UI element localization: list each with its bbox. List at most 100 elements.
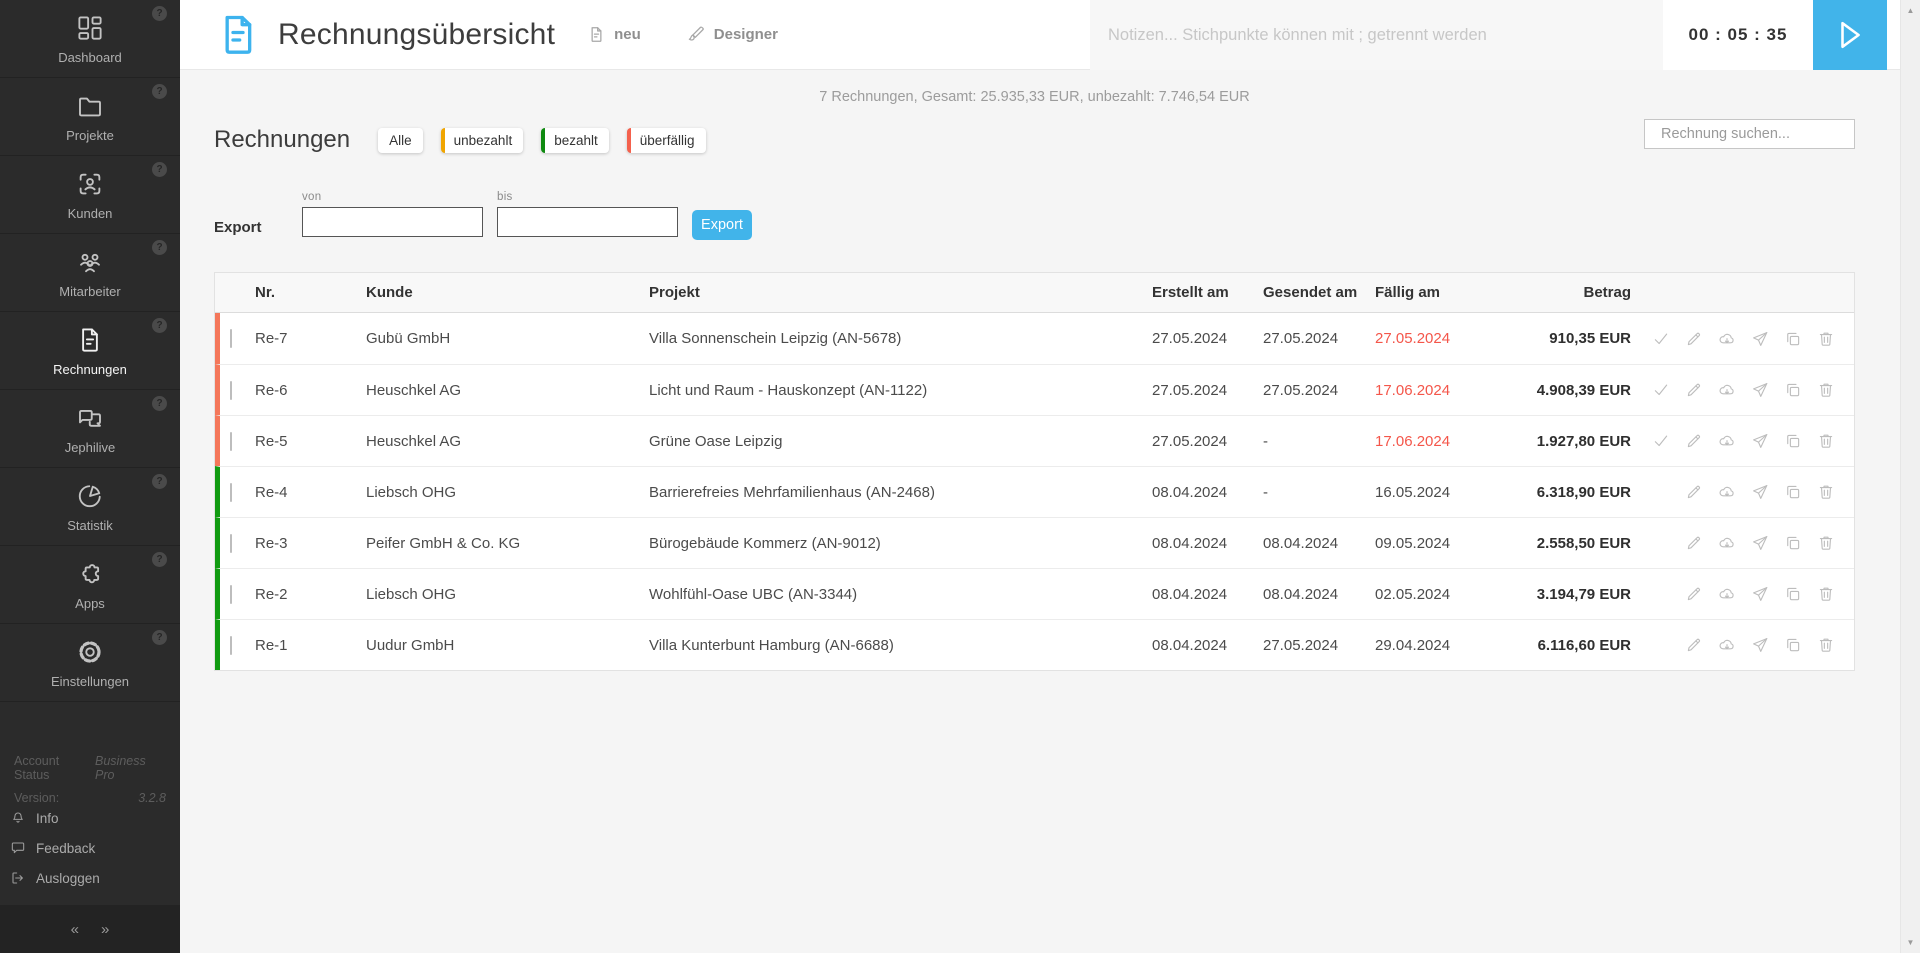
edit-pencil-icon[interactable] bbox=[1684, 329, 1704, 349]
invoice-row[interactable]: Re-2 Liebsch OHG Wohlfühl-Oase UBC (AN-3… bbox=[215, 568, 1854, 619]
invoice-row[interactable]: Re-7 Gubü GmbH Villa Sonnenschein Leipzi… bbox=[215, 313, 1854, 364]
help-badge-icon[interactable]: ? bbox=[152, 318, 167, 333]
row-checkbox[interactable] bbox=[230, 431, 232, 451]
row-checkbox[interactable] bbox=[230, 635, 232, 655]
page-title: Rechnungsübersicht bbox=[278, 17, 556, 51]
mark-paid-check-icon[interactable] bbox=[1651, 380, 1671, 400]
duplicate-copy-icon[interactable] bbox=[1783, 584, 1803, 604]
send-plane-icon[interactable] bbox=[1750, 329, 1770, 349]
edit-pencil-icon[interactable] bbox=[1684, 635, 1704, 655]
send-plane-icon[interactable] bbox=[1750, 533, 1770, 553]
invoice-row[interactable]: Re-5 Heuschkel AG Grüne Oase Leipzig 27.… bbox=[215, 415, 1854, 466]
mark-paid-check-icon[interactable] bbox=[1651, 329, 1671, 349]
export-button[interactable]: Export bbox=[692, 210, 752, 240]
sidebar-item-kunden[interactable]: ? Kunden bbox=[0, 156, 180, 234]
download-cloud-icon[interactable] bbox=[1717, 533, 1737, 553]
export-from-group: von bbox=[302, 191, 483, 237]
help-badge-icon[interactable]: ? bbox=[152, 162, 167, 177]
invoice-created-date: 08.04.2024 bbox=[1152, 534, 1228, 552]
edit-pencil-icon[interactable] bbox=[1684, 482, 1704, 502]
delete-trash-icon[interactable] bbox=[1816, 482, 1836, 502]
export-to-input[interactable] bbox=[497, 207, 678, 237]
invoice-project: Wohlfühl-Oase UBC (AN-3344) bbox=[649, 585, 858, 603]
sidebar-item-projekte[interactable]: ? Projekte bbox=[0, 78, 180, 156]
delete-trash-icon[interactable] bbox=[1816, 533, 1836, 553]
duplicate-copy-icon[interactable] bbox=[1783, 533, 1803, 553]
help-badge-icon[interactable]: ? bbox=[152, 474, 167, 489]
delete-trash-icon[interactable] bbox=[1816, 329, 1836, 349]
filter-chip-unbezahlt[interactable]: unbezahlt bbox=[440, 127, 524, 153]
invoice-row[interactable]: Re-4 Liebsch OHG Barrierefreies Mehrfami… bbox=[215, 466, 1854, 517]
download-cloud-icon[interactable] bbox=[1717, 329, 1737, 349]
duplicate-copy-icon[interactable] bbox=[1783, 431, 1803, 451]
send-plane-icon[interactable] bbox=[1750, 431, 1770, 451]
sidebar-item-statistik[interactable]: ? Statistik bbox=[0, 468, 180, 546]
logout-link[interactable]: Ausloggen bbox=[10, 863, 180, 893]
invoice-created-date: 27.05.2024 bbox=[1152, 432, 1228, 450]
row-actions bbox=[1651, 482, 1854, 502]
row-checkbox[interactable] bbox=[230, 482, 232, 502]
send-plane-icon[interactable] bbox=[1750, 635, 1770, 655]
sidebar-item-jephilive[interactable]: ? Jephilive bbox=[0, 390, 180, 468]
help-badge-icon[interactable]: ? bbox=[152, 630, 167, 645]
sidebar-item-label: Jephilive bbox=[64, 439, 116, 455]
row-checkbox[interactable] bbox=[230, 329, 232, 348]
scroll-up-icon[interactable]: ▲ bbox=[1907, 0, 1915, 21]
collapse-right-icon[interactable]: » bbox=[101, 921, 109, 938]
download-cloud-icon[interactable] bbox=[1717, 482, 1737, 502]
download-cloud-icon[interactable] bbox=[1717, 635, 1737, 655]
help-badge-icon[interactable]: ? bbox=[152, 396, 167, 411]
sidebar-item-mitarbeiter[interactable]: ? Mitarbeiter bbox=[0, 234, 180, 312]
help-badge-icon[interactable]: ? bbox=[152, 240, 167, 255]
mark-paid-check-icon[interactable] bbox=[1651, 431, 1671, 451]
duplicate-copy-icon[interactable] bbox=[1783, 635, 1803, 655]
new-invoice-button[interactable]: neu bbox=[587, 25, 641, 44]
download-cloud-icon[interactable] bbox=[1717, 584, 1737, 604]
send-plane-icon[interactable] bbox=[1750, 584, 1770, 604]
edit-pencil-icon[interactable] bbox=[1684, 380, 1704, 400]
help-badge-icon[interactable]: ? bbox=[152, 6, 167, 21]
send-plane-icon[interactable] bbox=[1750, 380, 1770, 400]
duplicate-copy-icon[interactable] bbox=[1783, 380, 1803, 400]
filter-chip-alle[interactable]: Alle bbox=[378, 127, 423, 153]
download-cloud-icon[interactable] bbox=[1717, 431, 1737, 451]
delete-trash-icon[interactable] bbox=[1816, 635, 1836, 655]
notes-input-wrap bbox=[1090, 0, 1663, 70]
collapse-left-icon[interactable]: « bbox=[71, 921, 79, 938]
export-from-input[interactable] bbox=[302, 207, 483, 237]
sidebar-item-einstellungen[interactable]: ? Einstellungen bbox=[0, 624, 180, 702]
designer-button[interactable]: Designer bbox=[687, 25, 778, 44]
sidebar-item-dashboard[interactable]: ? Dashboard bbox=[0, 0, 180, 78]
download-cloud-icon[interactable] bbox=[1717, 380, 1737, 400]
filter-chip-ueberfaellig[interactable]: überfällig bbox=[626, 127, 706, 153]
row-checkbox[interactable] bbox=[230, 533, 232, 553]
invoice-row[interactable]: Re-3 Peifer GmbH & Co. KG Bürogebäude Ko… bbox=[215, 517, 1854, 568]
row-checkbox[interactable] bbox=[230, 380, 232, 400]
delete-trash-icon[interactable] bbox=[1816, 431, 1836, 451]
delete-trash-icon[interactable] bbox=[1816, 584, 1836, 604]
invoice-row[interactable]: Re-6 Heuschkel AG Licht und Raum - Hausk… bbox=[215, 364, 1854, 415]
notes-input[interactable] bbox=[1090, 0, 1663, 70]
page-scrollbar[interactable]: ▲ ▼ bbox=[1900, 0, 1920, 953]
duplicate-copy-icon[interactable] bbox=[1783, 329, 1803, 349]
sidebar-item-rechnungen[interactable]: ? Rechnungen bbox=[0, 312, 180, 390]
scroll-down-icon[interactable]: ▼ bbox=[1907, 932, 1915, 953]
info-link[interactable]: Info bbox=[10, 803, 180, 833]
edit-pencil-icon[interactable] bbox=[1684, 431, 1704, 451]
filter-chip-bezahlt[interactable]: bezahlt bbox=[541, 127, 609, 153]
delete-trash-icon[interactable] bbox=[1816, 380, 1836, 400]
invoice-search-input[interactable] bbox=[1661, 126, 1848, 142]
sidebar-footer-links: Info Feedback Ausloggen bbox=[0, 803, 180, 905]
sidebar-item-label: Statistik bbox=[67, 517, 113, 533]
edit-pencil-icon[interactable] bbox=[1684, 533, 1704, 553]
send-plane-icon[interactable] bbox=[1750, 482, 1770, 502]
feedback-link[interactable]: Feedback bbox=[10, 833, 180, 863]
help-badge-icon[interactable]: ? bbox=[152, 552, 167, 567]
edit-pencil-icon[interactable] bbox=[1684, 584, 1704, 604]
invoice-row[interactable]: Re-1 Uudur GmbH Villa Kunterbunt Hamburg… bbox=[215, 619, 1854, 670]
row-checkbox[interactable] bbox=[230, 584, 232, 604]
duplicate-copy-icon[interactable] bbox=[1783, 482, 1803, 502]
help-badge-icon[interactable]: ? bbox=[152, 84, 167, 99]
timer-play-button[interactable] bbox=[1813, 0, 1887, 70]
sidebar-item-apps[interactable]: ? Apps bbox=[0, 546, 180, 624]
